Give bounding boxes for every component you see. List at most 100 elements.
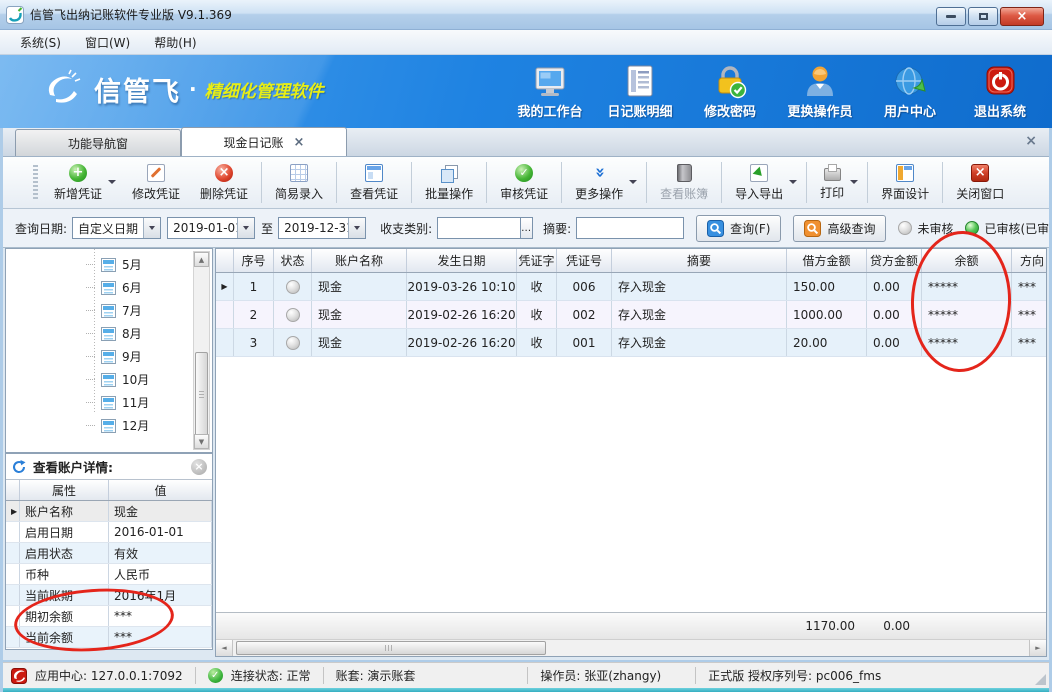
tree-scrollbar-thumb[interactable] <box>195 352 208 436</box>
horizontal-scrollbar-thumb[interactable] <box>236 641 546 655</box>
action-journal-detail[interactable]: 日记账明细 <box>598 63 682 120</box>
operator-status: 操作员: 张亚(zhangy) <box>540 667 661 684</box>
column-header-account[interactable]: 账户名称 <box>312 249 407 272</box>
action-switch-operator[interactable]: 更换操作员 <box>778 63 862 120</box>
tree-item-month-6[interactable]: 6月 <box>6 276 212 299</box>
journal-row[interactable]: 2 现金 2019-02-26 16:20 收 002 存入现金 1000.00… <box>216 301 1046 329</box>
scroll-up-icon[interactable]: ▲ <box>194 252 209 267</box>
detail-value: 有效 <box>109 543 212 563</box>
column-header-voucher-word[interactable]: 凭证字 <box>517 249 557 272</box>
toolbar-separator <box>646 162 647 203</box>
tab-close-icon[interactable]: × <box>294 135 305 150</box>
view-ledger-button[interactable]: 查看账簿 <box>650 157 718 208</box>
cell-summary: 存入现金 <box>612 301 787 328</box>
maximize-icon <box>979 13 988 20</box>
edit-voucher-button[interactable]: 修改凭证 <box>122 157 190 208</box>
tree-item-month-10[interactable]: 10月 <box>6 368 212 391</box>
scroll-down-icon[interactable]: ▼ <box>194 434 209 449</box>
detail-row[interactable]: ▶ 账户名称 现金 <box>6 501 212 522</box>
query-button[interactable]: 查询(F) <box>696 215 781 242</box>
status-circle-icon <box>286 280 300 294</box>
column-header-status[interactable]: 状态 <box>274 249 312 272</box>
cell-voucher-no: 001 <box>557 329 612 356</box>
journal-row[interactable]: 3 现金 2019-02-26 16:20 收 001 存入现金 20.00 0… <box>216 329 1046 357</box>
scroll-left-icon[interactable]: ◄ <box>216 640 233 656</box>
brand-name: 信管飞 <box>94 70 181 109</box>
month-journal-icon <box>101 396 116 410</box>
menu-window[interactable]: 窗口(W) <box>75 32 140 53</box>
delete-voucher-button[interactable]: 删除凭证 <box>190 157 258 208</box>
tree-item-label: 7月 <box>122 302 142 319</box>
import-export-button[interactable]: 导入导出 <box>725 157 803 208</box>
horizontal-scrollbar[interactable]: ◄ ► <box>216 639 1046 656</box>
detail-close-icon[interactable]: × <box>191 459 207 475</box>
tree-item-month-8[interactable]: 8月 <box>6 322 212 345</box>
column-header-summary[interactable]: 摘要 <box>612 249 787 272</box>
scroll-right-icon[interactable]: ► <box>1029 640 1046 656</box>
maximize-button[interactable] <box>968 7 998 26</box>
unaudited-radio[interactable]: 未审核 <box>898 220 953 237</box>
category-input[interactable] <box>437 217 521 239</box>
audited-radio[interactable]: 已审核(已审 <box>965 220 1049 237</box>
action-user-center[interactable]: 用户中心 <box>868 63 952 120</box>
resize-grip[interactable] <box>1035 674 1046 685</box>
menu-help[interactable]: 帮助(H) <box>144 32 206 53</box>
detail-row[interactable]: 启用日期 2016-01-01 <box>6 522 212 543</box>
detail-row[interactable]: 当前余额 *** <box>6 627 212 648</box>
tabstrip-close-icon[interactable]: × <box>1025 133 1037 149</box>
column-header-debit[interactable]: 借方金额 <box>787 249 867 272</box>
column-header-direction[interactable]: 方向 <box>1012 249 1047 272</box>
action-exit-system[interactable]: 退出系统 <box>958 63 1042 120</box>
detail-row[interactable]: 启用状态 有效 <box>6 543 212 564</box>
row-indicator-cell <box>216 301 234 328</box>
batch-operation-button[interactable]: 批量操作 <box>415 157 483 208</box>
tab-cash-journal[interactable]: 现金日记账 × <box>181 127 347 156</box>
tree-item-month-7[interactable]: 7月 <box>6 299 212 322</box>
menu-bar: 系统(S) 窗口(W) 帮助(H) <box>0 30 1052 55</box>
minimize-button[interactable] <box>936 7 966 26</box>
button-label: 关闭窗口 <box>956 185 1004 202</box>
journal-row[interactable]: ▶ 1 现金 2019-03-26 10:10 收 006 存入现金 150.0… <box>216 273 1046 301</box>
refresh-icon[interactable] <box>11 459 27 475</box>
simple-entry-button[interactable]: 简易录入 <box>265 157 333 208</box>
toolbar-grip[interactable] <box>33 165 38 200</box>
column-header-voucher-no[interactable]: 凭证号 <box>557 249 612 272</box>
tree-item-month-12[interactable]: 12月 <box>6 414 212 437</box>
tree-item-month-5[interactable]: 5月 <box>6 253 212 276</box>
detail-row[interactable]: 当前账期 2016年1月 <box>6 585 212 606</box>
cash-journal-grid: 序号 状态 账户名称 发生日期 凭证字 凭证号 摘要 借方金额 贷方金额 余额 … <box>215 248 1047 657</box>
column-header-date[interactable]: 发生日期 <box>407 249 517 272</box>
action-my-workstation[interactable]: 我的工作台 <box>508 63 592 120</box>
column-header-prop[interactable]: 属性 <box>20 480 109 500</box>
column-header-credit[interactable]: 贷方金额 <box>867 249 922 272</box>
ui-design-button[interactable]: 界面设计 <box>871 157 939 208</box>
print-button[interactable]: 打印 <box>810 157 864 208</box>
summary-input[interactable] <box>576 217 684 239</box>
close-window-button[interactable]: 关闭窗口 <box>946 157 1014 208</box>
column-header-balance[interactable]: 余额 <box>922 249 1012 272</box>
action-change-password[interactable]: 修改密码 <box>688 63 772 120</box>
column-header-seq[interactable]: 序号 <box>234 249 274 272</box>
close-button[interactable]: × <box>1000 7 1044 26</box>
column-header-value[interactable]: 值 <box>109 480 212 500</box>
tree-vertical-scrollbar[interactable]: ▲ ▼ <box>193 251 210 450</box>
date-to-select[interactable]: 2019-12-31 <box>278 217 366 239</box>
date-type-select[interactable]: 自定义日期 <box>72 217 161 239</box>
search-icon <box>707 220 724 237</box>
button-label: 界面设计 <box>881 185 929 202</box>
detail-row[interactable]: 期初余额 *** <box>6 606 212 627</box>
new-voucher-button[interactable]: 新增凭证 <box>44 157 122 208</box>
advanced-query-button[interactable]: 高级查询 <box>793 215 886 242</box>
menu-system[interactable]: 系统(S) <box>10 32 71 53</box>
more-actions-button[interactable]: 更多操作 <box>565 157 643 208</box>
action-label: 我的工作台 <box>517 101 582 120</box>
tab-function-nav[interactable]: 功能导航窗 <box>15 129 181 156</box>
audit-voucher-button[interactable]: 审核凭证 <box>490 157 558 208</box>
date-from-select[interactable]: 2019-01-01 <box>167 217 255 239</box>
tree-item-month-11[interactable]: 11月 <box>6 391 212 414</box>
tree-item-month-9[interactable]: 9月 <box>6 345 212 368</box>
detail-row[interactable]: 币种 人民币 <box>6 564 212 585</box>
category-picker-button[interactable]: … <box>521 217 533 239</box>
view-voucher-button[interactable]: 查看凭证 <box>340 157 408 208</box>
close-icon: × <box>1017 9 1028 24</box>
